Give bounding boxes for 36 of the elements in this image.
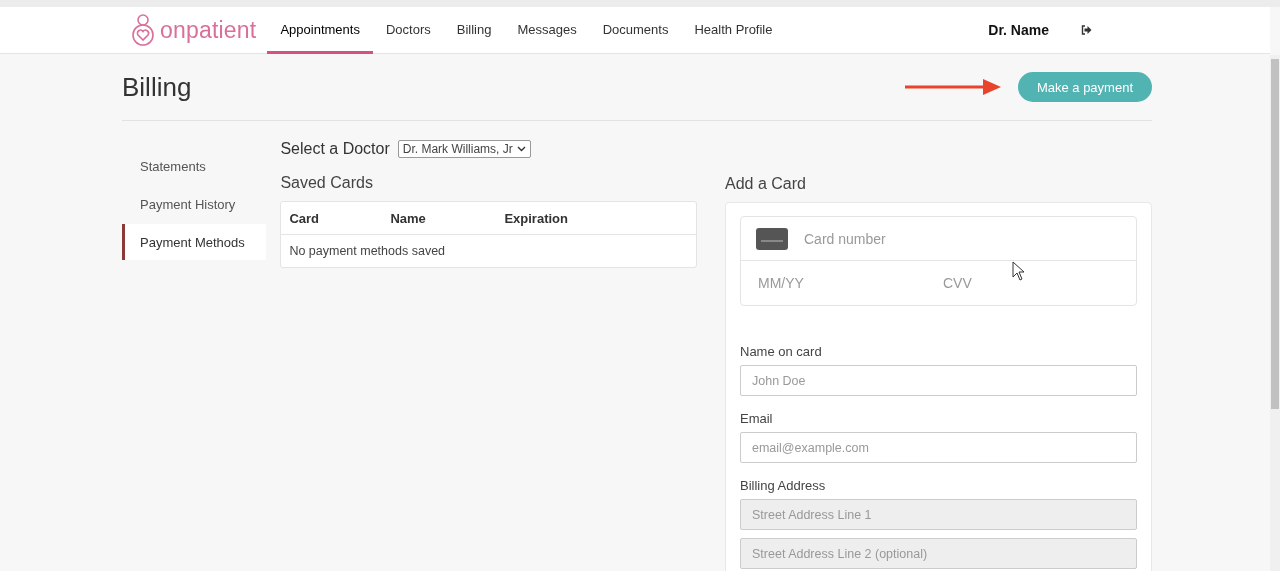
pointer-icon <box>1012 261 1026 281</box>
select-label: Select a Doctor <box>280 140 390 158</box>
section-heading: Add a Card <box>725 175 807 193</box>
credit-card-icon <box>756 227 788 250</box>
field-label: Billing Address <box>740 478 827 493</box>
address-field[interactable]: Street Address Line 2 (optional) <box>740 538 1137 569</box>
logout-icon[interactable] <box>1081 25 1092 35</box>
cvv-field[interactable]: CVV <box>941 274 1126 292</box>
field-label: Name on card <box>740 344 823 359</box>
sidebar-item[interactable]: Payment Methods <box>122 224 267 260</box>
sidebar-item[interactable]: Payment History <box>122 186 267 222</box>
column-header: Expiration <box>504 210 568 226</box>
nav-tab[interactable]: Health Profile <box>681 7 786 54</box>
field-label: Email <box>740 411 774 426</box>
logo-icon <box>130 14 156 46</box>
nav-tab[interactable]: Messages <box>504 7 590 54</box>
user-name[interactable]: Dr. Name <box>988 22 1049 38</box>
doctor-dropdown[interactable]: Dr. Mark Williams, Jr <box>397 140 531 158</box>
expiry-field[interactable]: MM/YY <box>756 274 941 292</box>
empty-message: No payment methods saved <box>288 243 447 260</box>
nav-tab[interactable]: Billing <box>443 7 505 54</box>
column-header: Card <box>289 210 320 226</box>
chevron-icon <box>516 146 526 152</box>
sidebar-item[interactable]: Statements <box>122 148 267 184</box>
address-field[interactable]: Street Address Line 1 <box>740 499 1137 530</box>
card-number-field[interactable]: Card number <box>802 229 1006 248</box>
page-title: Billing <box>122 71 192 103</box>
input-field[interactable]: John Doe <box>740 365 1137 396</box>
nav-tab[interactable]: Doctors <box>372 7 444 54</box>
section-heading: Saved Cards <box>280 174 374 192</box>
nav-tab[interactable]: Appointments <box>267 7 373 54</box>
arrow-icon <box>904 79 1001 95</box>
column-header: Name <box>390 210 427 226</box>
scrollbar[interactable] <box>1270 55 1280 571</box>
input-field[interactable]: email@example.com <box>740 432 1137 463</box>
nav-tab[interactable]: Documents <box>589 7 682 54</box>
